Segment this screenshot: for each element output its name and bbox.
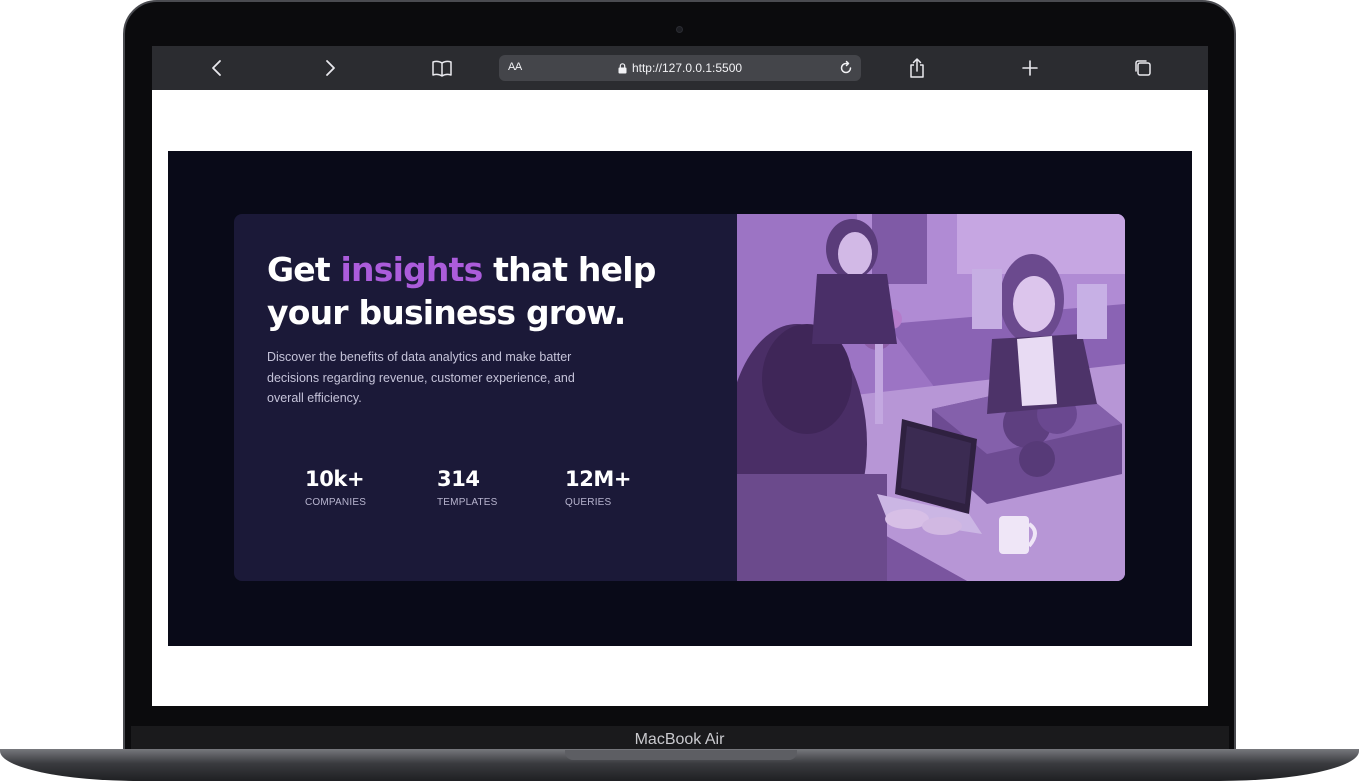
hero-description: Discover the benefits of data analytics … xyxy=(267,350,575,405)
laptop-notch xyxy=(565,750,797,760)
office-photo-illustration xyxy=(737,214,1125,581)
bookmarks-button[interactable] xyxy=(430,56,454,80)
share-icon xyxy=(910,58,924,78)
chevron-left-icon xyxy=(212,60,221,76)
forward-button[interactable] xyxy=(318,56,342,80)
address-bar[interactable]: AA http://127.0.0.1:5500 xyxy=(499,55,861,81)
hero-image xyxy=(737,214,1125,581)
stat-value: 12M+ xyxy=(565,467,632,491)
stat-label: QUERIES xyxy=(565,497,612,508)
lock-icon xyxy=(618,62,627,73)
laptop-screen: AA http://127.0.0.1:5500 Get insights th… xyxy=(152,46,1208,706)
reload-icon[interactable] xyxy=(837,59,855,77)
chevron-right-icon xyxy=(326,60,335,76)
stat-value: 314 xyxy=(437,467,480,491)
book-icon xyxy=(432,60,452,77)
stat-label: COMPANIES xyxy=(305,497,367,508)
hero-card: Get insights that help your business gro… xyxy=(234,214,1125,581)
headline-accent-word: insights xyxy=(340,250,484,289)
headline-start: Get xyxy=(267,250,341,289)
camera-icon xyxy=(676,26,683,33)
stat-label: TEMPLATES xyxy=(437,497,498,508)
url-text: http://127.0.0.1:5500 xyxy=(631,61,743,75)
back-button[interactable] xyxy=(205,56,229,80)
stat-value: 10k+ xyxy=(305,467,365,491)
device-brand-label: MacBook Air xyxy=(634,731,725,748)
page-background: Get insights that help your business gro… xyxy=(168,151,1192,646)
tabs-overview-button[interactable] xyxy=(1131,56,1155,80)
stat-companies: 10k+ COMPANIES xyxy=(305,467,366,508)
page-title: Get insights that help your business gro… xyxy=(267,248,687,334)
browser-toolbar: AA http://127.0.0.1:5500 xyxy=(152,46,1208,90)
tabs-icon xyxy=(1135,60,1151,76)
share-button[interactable] xyxy=(905,56,929,80)
plus-icon xyxy=(1022,60,1038,76)
stat-templates: 314 TEMPLATES xyxy=(437,467,498,508)
new-tab-button[interactable] xyxy=(1018,56,1042,80)
stat-queries: 12M+ QUERIES xyxy=(565,467,632,508)
